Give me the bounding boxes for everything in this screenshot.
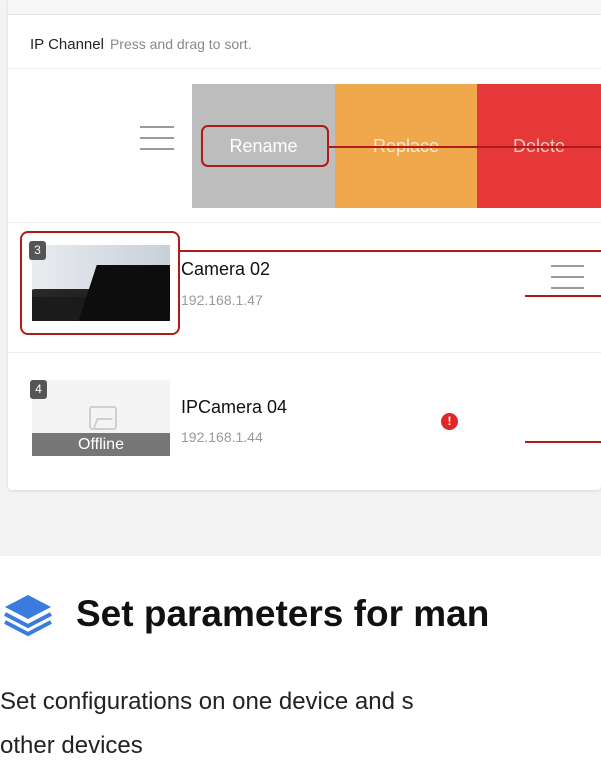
channel-ip: 192.168.1.47 <box>181 292 263 308</box>
channel-number-badge: 4 <box>30 380 47 399</box>
alert-icon[interactable]: ! <box>441 413 458 430</box>
offline-status: Offline <box>32 433 170 456</box>
channel-ip: 192.168.1.44 <box>181 429 263 445</box>
thumbnail-highlight-box <box>20 231 180 335</box>
channel-name: Camera 02 <box>181 259 271 279</box>
drag-handle-icon[interactable] <box>551 265 584 298</box>
panel-top-edge <box>8 0 601 15</box>
body-line: Set configurations on one device and s <box>0 688 414 715</box>
image-placeholder-icon <box>89 406 117 430</box>
annotation-line <box>525 295 601 297</box>
body-line: other devices <box>0 732 143 759</box>
row-divider <box>8 352 601 353</box>
section-heading: Set parameters for man <box>76 593 490 634</box>
drag-handle-icon[interactable] <box>140 126 174 159</box>
annotation-line <box>329 146 601 148</box>
layers-icon <box>4 595 52 637</box>
section-body: Set configurations on one device and s o… <box>0 680 414 768</box>
row-divider <box>8 222 601 223</box>
header-hint: Press and drag to sort. <box>109 36 252 52</box>
channel-name: IPCamera 04 <box>181 397 288 417</box>
channel-list-header: IP Channel Press and drag to sort. <box>30 36 252 53</box>
annotation-line <box>180 250 601 252</box>
annotation-line <box>525 441 601 443</box>
header-title: IP Channel <box>30 36 104 53</box>
header-divider <box>8 68 601 69</box>
rename-highlight-box <box>201 125 329 167</box>
